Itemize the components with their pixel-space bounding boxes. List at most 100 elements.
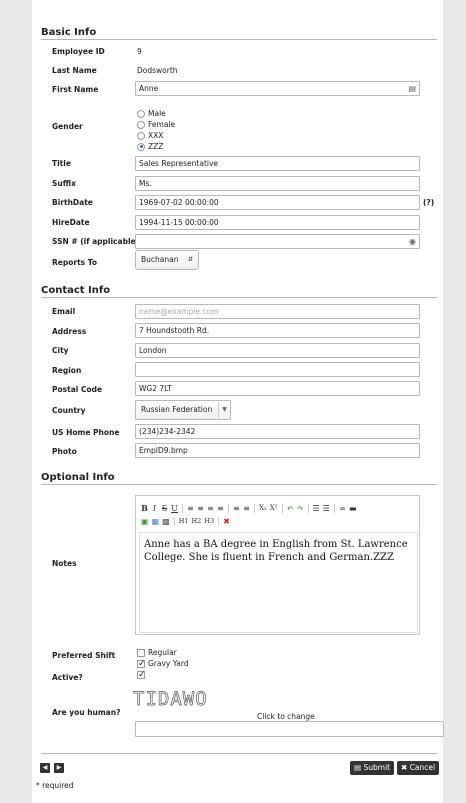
divider bbox=[41, 297, 437, 298]
align-right-icon[interactable]: ≡ bbox=[207, 504, 214, 513]
image-icon[interactable]: ▣ bbox=[141, 517, 149, 526]
radio-icon[interactable] bbox=[137, 131, 145, 140]
strikethrough-button[interactable]: S bbox=[161, 504, 168, 513]
align-center-icon[interactable]: ≡ bbox=[197, 504, 204, 513]
section-basic-info: Basic Info bbox=[41, 27, 97, 38]
outdent-icon[interactable]: ≡ bbox=[233, 504, 240, 513]
postal-code-label: Postal Code bbox=[52, 385, 103, 394]
suffix-input[interactable]: Ms. bbox=[135, 176, 420, 191]
first-name-input[interactable]: Anne ▤ bbox=[135, 81, 420, 96]
region-label: Region bbox=[52, 366, 82, 375]
ordered-list-icon[interactable]: ☰ bbox=[313, 504, 320, 513]
last-name-label: Last Name bbox=[52, 66, 97, 75]
us-home-phone-input[interactable]: (234)234-2342 bbox=[135, 424, 420, 439]
gender-option-female[interactable]: Female bbox=[137, 120, 175, 129]
reports-to-value: Buchanan bbox=[141, 255, 179, 264]
subscript-button[interactable]: X₂ bbox=[259, 504, 267, 512]
radio-selected-icon[interactable] bbox=[137, 142, 145, 151]
remove-format-icon[interactable]: ✖ bbox=[223, 517, 230, 526]
country-select[interactable]: Russian Federation ▼ bbox=[135, 400, 231, 420]
select-arrows-icon: ⇵ bbox=[187, 256, 193, 263]
captcha-image[interactable]: TIDAWO bbox=[133, 688, 208, 711]
underline-button[interactable]: U bbox=[171, 504, 178, 513]
divider bbox=[41, 39, 437, 40]
required-note: * required bbox=[36, 781, 74, 790]
bold-button[interactable]: B bbox=[141, 503, 148, 513]
employee-id-value: 9 bbox=[137, 47, 142, 56]
captcha-input[interactable] bbox=[135, 721, 444, 737]
contact-card-icon[interactable]: ▤ bbox=[408, 84, 416, 93]
notes-rich-text-editor: B I S U ≡ ≡ ≡ ≡ ≡ ≡ X₂ X² ↶ ↷ ☰ ☰ ∞ ▬ ▣ … bbox=[135, 495, 420, 635]
unordered-list-icon[interactable]: ☰ bbox=[323, 504, 330, 513]
checkbox-checked-icon[interactable]: ✓ bbox=[137, 659, 146, 668]
hiredate-label: HireDate bbox=[52, 218, 90, 227]
link-icon[interactable]: ∞ bbox=[339, 504, 346, 513]
undo-icon[interactable]: ↶ bbox=[287, 503, 294, 513]
toolbar-separator bbox=[218, 516, 220, 526]
gender-option-male[interactable]: Male bbox=[137, 109, 166, 118]
divider bbox=[41, 484, 437, 485]
radio-icon[interactable] bbox=[137, 120, 145, 129]
gender-option-label: ZZZ bbox=[148, 142, 164, 151]
media-icon[interactable]: ▩ bbox=[162, 517, 170, 526]
save-icon: ▤ bbox=[354, 763, 362, 772]
city-label: City bbox=[52, 346, 69, 355]
birthdate-input[interactable]: 1969-07-02 00:00:00 bbox=[135, 195, 420, 210]
address-input[interactable]: 7 Houndstooth Rd. bbox=[135, 323, 420, 338]
title-input[interactable]: Sales Representative bbox=[135, 156, 420, 171]
notes-content[interactable]: Anne has a BA degree in English from St.… bbox=[139, 532, 418, 633]
notes-label: Notes bbox=[52, 559, 77, 568]
country-label: Country bbox=[52, 406, 86, 415]
toolbar-separator bbox=[307, 503, 309, 513]
align-justify-icon[interactable]: ≡ bbox=[217, 504, 224, 513]
section-optional-info: Optional Info bbox=[41, 472, 115, 483]
gender-option-xxx[interactable]: XXX bbox=[137, 131, 163, 140]
radio-icon[interactable] bbox=[137, 109, 145, 118]
suffix-label: Suffix bbox=[52, 179, 76, 188]
last-name-value: Dodsworth bbox=[137, 66, 178, 75]
email-label: Email bbox=[52, 307, 76, 316]
submit-label: Submit bbox=[363, 763, 391, 772]
heading-2-button[interactable]: H2 bbox=[192, 517, 202, 525]
photo-input[interactable]: EmpID9.bmp bbox=[135, 443, 420, 458]
captcha-change-link[interactable]: Click to change bbox=[257, 712, 315, 721]
italic-button[interactable]: I bbox=[151, 504, 158, 513]
superscript-button[interactable]: X² bbox=[270, 504, 278, 512]
toolbar-separator bbox=[182, 503, 183, 513]
reports-to-select[interactable]: Buchanan ⇵ bbox=[135, 250, 199, 270]
gender-option-label: Female bbox=[148, 120, 176, 129]
birthdate-help-link[interactable]: (?) bbox=[423, 198, 434, 207]
redo-icon[interactable]: ↷ bbox=[297, 503, 304, 513]
us-home-phone-label: US Home Phone bbox=[52, 428, 120, 437]
ssn-input[interactable]: ◉ bbox=[135, 234, 420, 249]
birthdate-label: BirthDate bbox=[52, 198, 93, 207]
country-value: Russian Federation bbox=[141, 405, 213, 414]
gender-option-zzz[interactable]: ZZZ bbox=[137, 142, 163, 151]
hiredate-input[interactable]: 1994-11-15 00:00:00 bbox=[135, 215, 420, 230]
indent-icon[interactable]: ≡ bbox=[243, 504, 250, 513]
table-icon[interactable]: ▦ bbox=[152, 517, 160, 526]
unlink-icon[interactable]: ▬ bbox=[349, 504, 357, 513]
fingerprint-icon[interactable]: ◉ bbox=[409, 237, 416, 246]
active-checkbox[interactable]: ✓ bbox=[137, 671, 146, 680]
city-input[interactable]: London bbox=[135, 343, 420, 358]
submit-button[interactable]: ▤ Submit bbox=[350, 761, 395, 775]
section-contact-info: Contact Info bbox=[41, 285, 111, 296]
align-left-icon[interactable]: ≡ bbox=[187, 504, 194, 513]
region-input[interactable] bbox=[135, 362, 420, 377]
shift-option-regular[interactable]: Regular bbox=[137, 648, 177, 657]
divider bbox=[41, 753, 437, 754]
heading-1-button[interactable]: H1 bbox=[179, 517, 189, 525]
shift-option-gravy-yard[interactable]: ✓ Gravy Yard bbox=[137, 659, 189, 668]
next-record-button[interactable]: ▶ bbox=[54, 763, 64, 773]
preferred-shift-label: Preferred Shift bbox=[52, 651, 116, 660]
first-name-label: First Name bbox=[52, 85, 99, 94]
email-input[interactable]: name@example.com bbox=[135, 304, 420, 319]
postal-code-input[interactable]: WG2 7LT bbox=[135, 381, 420, 396]
photo-label: Photo bbox=[52, 447, 77, 456]
previous-record-button[interactable]: ◀ bbox=[40, 763, 50, 773]
cancel-button[interactable]: ✖ Cancel bbox=[397, 761, 440, 775]
checkbox-checked-icon[interactable]: ✓ bbox=[137, 671, 146, 680]
checkbox-icon[interactable] bbox=[137, 648, 145, 657]
heading-3-button[interactable]: H3 bbox=[204, 517, 214, 525]
